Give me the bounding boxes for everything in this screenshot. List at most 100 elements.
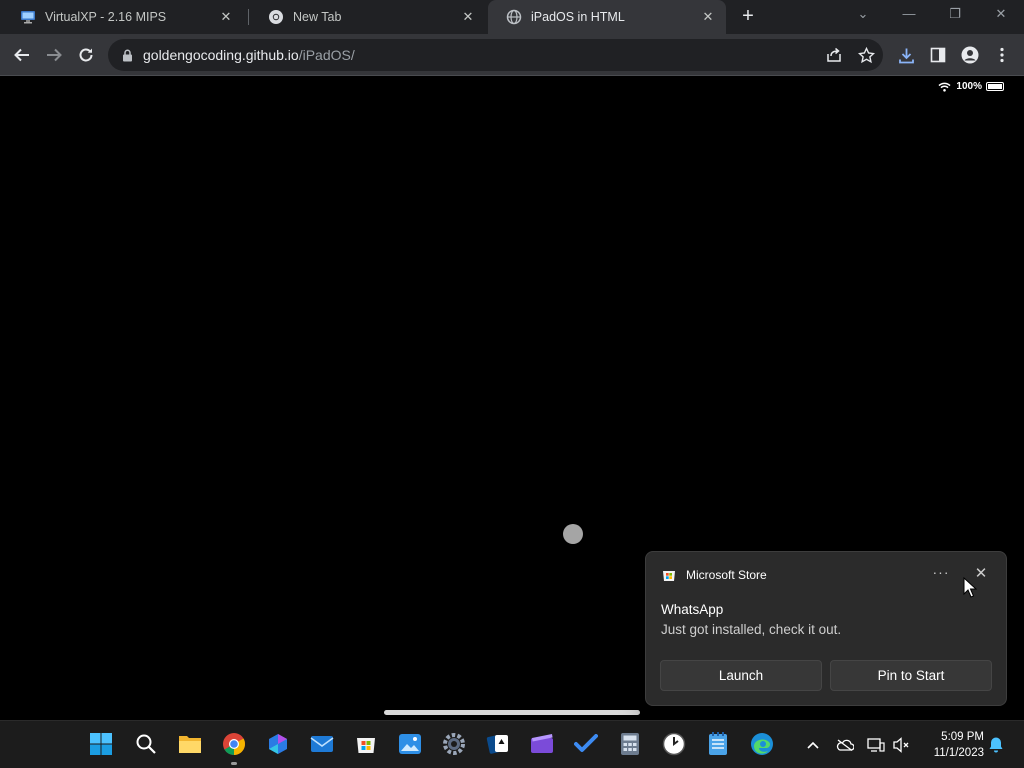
taskbar-copilot[interactable]	[265, 731, 291, 757]
todo-icon	[574, 734, 598, 752]
file-explorer-icon	[179, 736, 201, 753]
bookmark-button[interactable]	[853, 42, 879, 68]
tab-close-icon[interactable]: ✕	[460, 9, 476, 25]
taskbar-notepad[interactable]	[705, 731, 731, 757]
microsoft-store-icon	[357, 738, 375, 753]
new-tab-button[interactable]: +	[737, 5, 759, 27]
tab-ipados[interactable]: iPadOS in HTML ✕	[488, 0, 726, 34]
lock-icon[interactable]	[122, 49, 133, 62]
taskbar-clock[interactable]	[661, 731, 687, 757]
kebab-menu-icon	[1000, 47, 1004, 63]
home-indicator[interactable]	[384, 710, 640, 715]
start-button[interactable]	[88, 731, 114, 757]
tab-divider	[248, 9, 249, 25]
taskbar-todo[interactable]	[573, 731, 599, 757]
toast-app-name: Microsoft Store	[686, 568, 767, 582]
toast-heading: WhatsApp	[661, 602, 724, 617]
taskbar-mail[interactable]	[309, 731, 335, 757]
toast-more-button[interactable]: ···	[930, 564, 952, 584]
taskbar-calculator[interactable]	[617, 731, 643, 757]
toast-body: Just got installed, check it out.	[661, 622, 842, 637]
minimize-button[interactable]: —	[886, 0, 932, 30]
tab-virtualxp[interactable]: VirtualXP - 2.16 MIPS ✕	[2, 0, 244, 34]
windows-taskbar: 5:09 PM 11/1/2023	[0, 720, 1024, 768]
arrow-left-icon	[14, 48, 29, 62]
taskbar-solitaire[interactable]	[485, 731, 511, 757]
clock-time: 5:09 PM	[941, 731, 984, 743]
ipad-status-bar: 100%	[938, 81, 1004, 92]
profile-icon	[961, 46, 979, 64]
clipchamp-icon	[531, 734, 553, 753]
tab-title: New Tab	[293, 10, 342, 24]
pin-to-start-button[interactable]: Pin to Start	[830, 660, 992, 691]
loading-indicator	[563, 524, 583, 544]
arrow-right-icon	[47, 48, 62, 62]
taskbar-edge[interactable]	[749, 731, 775, 757]
tab-close-icon[interactable]: ✕	[700, 9, 716, 25]
microsoft-store-icon	[663, 571, 675, 581]
battery-icon	[986, 82, 1004, 91]
window-close-button[interactable]: ✕	[978, 0, 1024, 30]
taskbar-clipchamp[interactable]	[529, 731, 555, 757]
taskbar-search-button[interactable]	[133, 731, 159, 757]
wifi-icon	[938, 82, 951, 92]
chrome-running-indicator	[231, 762, 237, 765]
tab-search-button[interactable]: ⌄	[840, 0, 886, 30]
start-icon	[90, 733, 112, 755]
notifications-button[interactable]	[986, 735, 1006, 755]
chrome-icon	[223, 733, 245, 755]
notepad-icon	[709, 732, 727, 755]
network-tray-button[interactable]	[866, 735, 886, 755]
reload-button[interactable]	[73, 42, 99, 68]
back-button[interactable]	[9, 42, 35, 68]
forward-button[interactable]	[41, 42, 67, 68]
clock-date: 11/1/2023	[933, 747, 984, 759]
share-button[interactable]	[821, 42, 847, 68]
toast-app-header: Microsoft Store	[661, 567, 767, 583]
settings-icon	[443, 733, 465, 755]
url-host: goldengocoding.github.io	[143, 47, 299, 63]
volume-muted-icon	[893, 737, 909, 753]
photos-icon	[399, 734, 421, 754]
launch-button[interactable]: Launch	[660, 660, 822, 691]
tab-close-icon[interactable]: ✕	[218, 9, 234, 25]
taskbar-chrome[interactable]	[221, 731, 247, 757]
volume-tray-button[interactable]	[891, 735, 911, 755]
taskbar-settings[interactable]	[441, 731, 467, 757]
monitor-icon	[21, 11, 35, 24]
battery-percent: 100%	[956, 81, 982, 92]
star-icon	[857, 46, 875, 63]
url-path: /iPadOS/	[298, 47, 355, 63]
downloads-button[interactable]	[893, 42, 919, 68]
show-hidden-icons-button[interactable]	[803, 735, 823, 755]
search-icon	[136, 734, 156, 754]
taskbar-photos[interactable]	[397, 731, 423, 757]
onedrive-tray-button[interactable]	[835, 735, 855, 755]
tab-title: VirtualXP - 2.16 MIPS	[45, 10, 167, 24]
chrome-icon	[269, 10, 283, 24]
globe-icon	[506, 9, 522, 25]
bell-icon	[989, 737, 1003, 753]
onedrive-offline-icon	[836, 739, 854, 751]
address-bar[interactable]: goldengocoding.github.io/iPadOS/	[108, 39, 883, 71]
taskbar-microsoft-store[interactable]	[353, 731, 379, 757]
clock-icon	[662, 732, 686, 756]
edge-icon	[751, 733, 773, 755]
solitaire-icon	[486, 735, 508, 754]
side-panel-button[interactable]	[925, 42, 951, 68]
share-icon	[827, 47, 841, 62]
restore-button[interactable]: ❐	[932, 0, 978, 30]
taskbar-file-explorer[interactable]	[177, 731, 203, 757]
browser-tab-strip: VirtualXP - 2.16 MIPS ✕ New Tab ✕ iPadOS…	[0, 0, 1024, 34]
chevron-up-icon	[807, 741, 819, 749]
network-icon	[867, 738, 885, 752]
mail-icon	[310, 736, 334, 752]
toast-notification[interactable]: Microsoft Store ··· ✕ WhatsApp Just got …	[645, 551, 1007, 706]
calculator-icon	[621, 733, 639, 755]
menu-button[interactable]	[989, 42, 1015, 68]
taskbar-clock-display[interactable]: 5:09 PM 11/1/2023	[916, 729, 984, 761]
tab-new-tab[interactable]: New Tab ✕	[250, 0, 486, 34]
profile-button[interactable]	[957, 42, 983, 68]
copilot-icon	[269, 734, 287, 754]
reload-icon	[79, 48, 93, 62]
